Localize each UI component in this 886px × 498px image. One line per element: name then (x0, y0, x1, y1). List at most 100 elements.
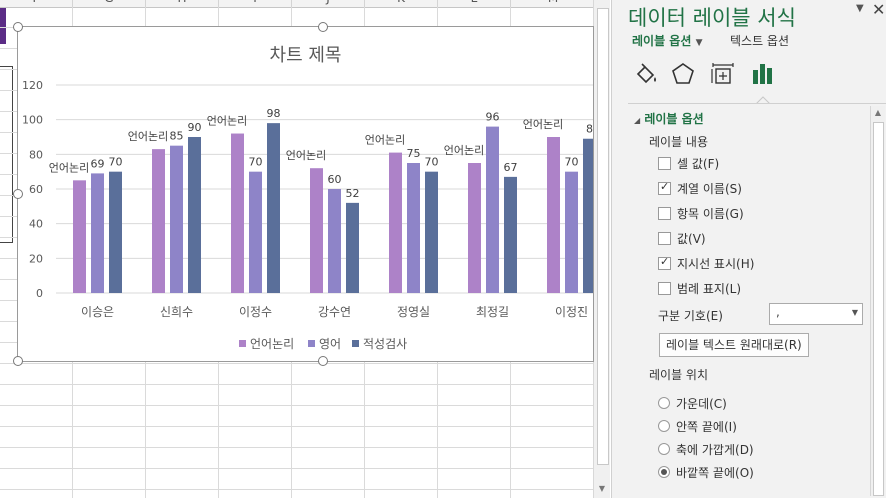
bar[interactable] (249, 171, 262, 293)
pentagon-icon[interactable] (669, 60, 697, 88)
column-header[interactable]: G (73, 0, 146, 8)
bar[interactable] (91, 173, 104, 293)
bar[interactable] (583, 138, 593, 293)
radio[interactable] (658, 443, 670, 455)
checkbox-series-name[interactable]: 계열 이름(S) (658, 180, 742, 198)
scroll-up-arrow-icon[interactable]: ▲ (871, 106, 885, 120)
checkbox-cell-value[interactable]: 셀 값(F) (658, 155, 719, 173)
checkbox[interactable] (658, 157, 671, 170)
column-header[interactable]: I (219, 0, 292, 8)
data-label[interactable]: 언어논리 (444, 144, 484, 157)
radio[interactable] (658, 466, 670, 478)
bar[interactable] (188, 137, 201, 293)
data-label[interactable]: 70 (109, 156, 123, 169)
checkbox[interactable] (658, 282, 671, 295)
separator-dropdown[interactable]: , ▼ (769, 303, 863, 325)
column-header[interactable]: L (438, 0, 511, 8)
data-label[interactable]: 67 (504, 161, 518, 174)
bar[interactable] (425, 171, 438, 293)
paint-bucket-icon[interactable] (632, 60, 660, 88)
radio-center[interactable]: 가운데(C) (658, 395, 727, 412)
scrollbar-thumb[interactable] (597, 8, 609, 465)
data-label[interactable]: 52 (346, 187, 360, 200)
bar[interactable] (389, 152, 402, 293)
data-label[interactable]: 69 (91, 157, 105, 170)
scroll-down-arrow-icon[interactable]: ▼ (597, 484, 607, 496)
bar[interactable] (310, 168, 323, 293)
data-label[interactable]: 98 (267, 107, 281, 120)
tab-label-options[interactable]: 레이블 옵션 ▼ (632, 32, 703, 49)
radio-outside-end[interactable]: 바깥쪽 끝에(O) (658, 464, 754, 481)
column-header[interactable]: M (511, 0, 596, 8)
resize-handle[interactable] (13, 22, 23, 32)
data-label[interactable]: 언어논리 (365, 134, 405, 147)
pane-options-dropdown-icon[interactable]: ▼ (856, 3, 864, 14)
gridline (0, 468, 596, 469)
data-label[interactable]: 8 (586, 123, 593, 136)
chart-area[interactable]: 차트 제목 0 20 40 60 80 100 120 언어논리 69 70 이승은 언어논리 85 90… (17, 26, 594, 362)
chart-plot[interactable]: 020406080100120언어논리 69 70이승은언어논리 8590신희수언어논… (18, 27, 593, 361)
column-header[interactable]: K (365, 0, 438, 8)
bar[interactable] (231, 133, 244, 293)
column-header[interactable]: F (0, 0, 73, 8)
checkbox-leader-lines[interactable]: 지시선 표시(H) (658, 255, 754, 273)
data-label[interactable]: 85 (170, 130, 184, 143)
radio-inside-end[interactable]: 안쪽 끝에(I) (658, 418, 737, 435)
legend-entry-2[interactable]: 영어 (308, 335, 341, 352)
bar[interactable] (486, 126, 499, 293)
data-label[interactable]: 언어논리 (523, 118, 563, 131)
data-label[interactable]: 언어논리 (49, 161, 89, 174)
radio-inside-base[interactable]: 축에 가깝게(D) (658, 441, 754, 458)
section-label-options[interactable]: ◢ 레이블 옵션 (634, 110, 704, 127)
reset-label-text-button[interactable]: 레이블 텍스트 원래대로(R) (659, 333, 809, 357)
bar[interactable] (407, 163, 420, 293)
bar[interactable] (565, 171, 578, 293)
bar[interactable] (73, 180, 86, 293)
checkbox[interactable] (658, 180, 671, 195)
separator-label: 구분 기호(E) (658, 309, 723, 323)
size-properties-icon[interactable] (709, 60, 737, 88)
data-label[interactable]: 언어논리 (207, 115, 247, 128)
data-label[interactable]: 96 (486, 111, 500, 124)
data-label[interactable]: 70 (565, 156, 579, 169)
bar[interactable] (267, 123, 280, 293)
bar[interactable] (152, 149, 165, 293)
bar-chart-icon[interactable] (749, 60, 777, 88)
resize-handle[interactable] (318, 22, 328, 32)
data-label[interactable]: 75 (407, 147, 421, 160)
legend-entry-1[interactable]: 언어논리 (239, 335, 294, 352)
legend-label: 영어 (319, 337, 342, 351)
column-header[interactable]: H (146, 0, 219, 8)
data-label[interactable]: 70 (425, 156, 439, 169)
checkbox-legend-key[interactable]: 범례 표지(L) (658, 280, 741, 298)
resize-handle[interactable] (13, 189, 23, 199)
close-icon[interactable]: ✕ (872, 0, 885, 19)
bar[interactable] (170, 145, 183, 293)
resize-handle[interactable] (318, 356, 328, 366)
bar[interactable] (468, 163, 481, 293)
resize-handle[interactable] (13, 356, 23, 366)
data-label[interactable]: 70 (249, 156, 263, 169)
tab-text-options[interactable]: 텍스트 옵션 (730, 32, 789, 49)
bar[interactable] (109, 171, 122, 293)
bar[interactable] (547, 137, 560, 293)
radio[interactable] (658, 397, 670, 409)
column-header[interactable]: J (292, 0, 365, 8)
legend-entry-3[interactable]: 적성검사 (352, 335, 407, 352)
checkbox[interactable] (658, 207, 671, 220)
bar[interactable] (346, 202, 359, 293)
data-label[interactable]: 60 (328, 173, 342, 186)
worksheet-vertical-scrollbar[interactable]: ▼ (593, 0, 610, 498)
pane-scrollbar[interactable]: ▲ (870, 106, 885, 496)
scrollbar-thumb[interactable] (873, 122, 884, 496)
checkbox[interactable] (658, 232, 671, 245)
checkbox[interactable] (658, 255, 671, 270)
bar[interactable] (328, 189, 341, 293)
data-label[interactable]: 90 (188, 121, 202, 134)
checkbox-value[interactable]: 값(V) (658, 230, 706, 248)
bar[interactable] (504, 176, 517, 293)
checkbox-category-name[interactable]: 항목 이름(G) (658, 205, 744, 223)
data-label[interactable]: 언어논리 (128, 130, 168, 143)
data-label[interactable]: 언어논리 (286, 149, 326, 162)
radio[interactable] (658, 420, 670, 432)
